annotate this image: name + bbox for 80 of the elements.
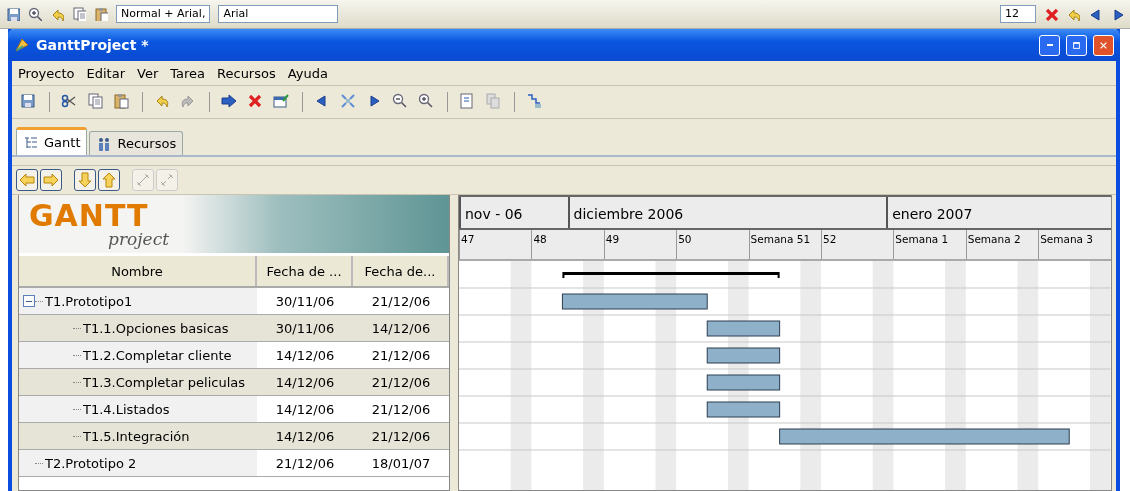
week-header: 52 [820, 229, 894, 259]
task-bar[interactable] [706, 401, 781, 418]
minimize-button[interactable] [1039, 34, 1060, 56]
indent-icon [43, 172, 59, 188]
task-bar[interactable] [706, 374, 781, 391]
collapse-toggle[interactable] [23, 295, 35, 307]
window-title: GanttProject * [36, 37, 150, 53]
table-cell-text: 30/11/06 [274, 319, 336, 338]
paste-icon[interactable] [113, 93, 131, 111]
task-name[interactable]: T1.1.Opciones basicas [83, 320, 229, 336]
week-header: Semana 51 [748, 229, 821, 259]
column-header[interactable]: Nombre [19, 256, 257, 286]
unlink-icon [159, 172, 175, 188]
table-cell-text: 21/12/06 [370, 292, 432, 311]
tab[interactable]: Recursos [89, 131, 184, 155]
tab[interactable]: Gantt [16, 127, 88, 155]
menu-item[interactable]: Recursos [217, 65, 276, 81]
maximize-icon [1073, 39, 1080, 51]
month-header: diciembre 2006 [567, 197, 887, 228]
month-header: enero 2007 [886, 197, 1111, 228]
logo-title: GANTT [29, 200, 149, 231]
table-cell-text: 21/12/06 [370, 373, 432, 392]
column-header[interactable]: Fecha de ... [257, 256, 353, 286]
outdent-icon [19, 172, 35, 188]
logo-subtitle: project [108, 230, 169, 248]
link-icon [135, 172, 151, 188]
menu-item[interactable]: Tarea [170, 65, 206, 81]
table-cell-text: 21/12/06 [274, 454, 336, 473]
toolbar-icon[interactable] [6, 7, 20, 21]
summary-bar[interactable] [562, 272, 780, 278]
menu-item[interactable]: Ayuda [287, 65, 328, 81]
outdent-button[interactable] [16, 169, 38, 191]
table-cell-text: 21/12/06 [370, 427, 432, 446]
toolbar-icon[interactable] [72, 7, 86, 21]
move-up-button[interactable] [98, 169, 120, 191]
table-cell-text: 14/12/06 [370, 319, 432, 338]
toolbar-icon[interactable] [28, 7, 42, 21]
move-up-icon [101, 172, 117, 188]
font-field[interactable]: Arial [218, 5, 339, 23]
save-icon[interactable] [20, 93, 38, 111]
toolbar-icon[interactable] [1088, 7, 1102, 21]
minimize-icon [1046, 44, 1053, 46]
app-icon [14, 37, 30, 53]
week-header: 50 [676, 229, 749, 259]
task-bar[interactable] [706, 320, 781, 337]
toolbar-icon[interactable] [1044, 7, 1058, 21]
menu-item[interactable]: Editar [86, 65, 125, 81]
toolbar-icon[interactable] [94, 7, 108, 21]
menu-item[interactable]: Proyecto [18, 65, 75, 81]
move-down-button[interactable] [74, 169, 96, 191]
table-cell-text: 30/11/06 [274, 292, 336, 311]
week-header: Semana 2 [965, 229, 1039, 259]
week-header: 48 [531, 229, 604, 259]
style-field[interactable]: Normal + Arial, [116, 5, 211, 23]
table-cell-text: 14/12/06 [274, 427, 336, 446]
month-header: nov - 06 [459, 197, 568, 228]
week-header: 49 [603, 229, 677, 259]
task-name[interactable]: T1.3.Completar peliculas [83, 374, 246, 390]
table-cell-text: 21/12/06 [370, 400, 432, 419]
tree-icon [23, 134, 39, 151]
maximize-button[interactable] [1066, 34, 1087, 56]
task-bar[interactable] [706, 347, 781, 364]
table-cell-text: 14/12/06 [274, 400, 336, 419]
indent-button[interactable] [40, 169, 62, 191]
copy-icon[interactable] [87, 93, 105, 111]
task-name[interactable]: T1.5.Integración [83, 428, 190, 444]
table-cell-text: 14/12/06 [274, 346, 336, 365]
font-size-field[interactable]: 12 [1000, 5, 1036, 23]
week-header: Semana 3 [1038, 229, 1111, 259]
menu-item[interactable]: Ver [137, 65, 159, 81]
note-pin-icon[interactable] [273, 93, 291, 111]
table-cell-text: 18/01/07 [370, 454, 432, 473]
arrow-right-icon[interactable] [221, 93, 239, 111]
table-cell-text: 14/12/06 [274, 373, 336, 392]
move-down-icon [77, 172, 93, 188]
close-button[interactable] [1093, 34, 1114, 56]
week-header: Semana 1 [893, 229, 966, 259]
table-cell-text: 21/12/06 [370, 346, 432, 365]
week-header: 47 [459, 229, 532, 259]
step-chart-icon[interactable] [526, 93, 544, 111]
